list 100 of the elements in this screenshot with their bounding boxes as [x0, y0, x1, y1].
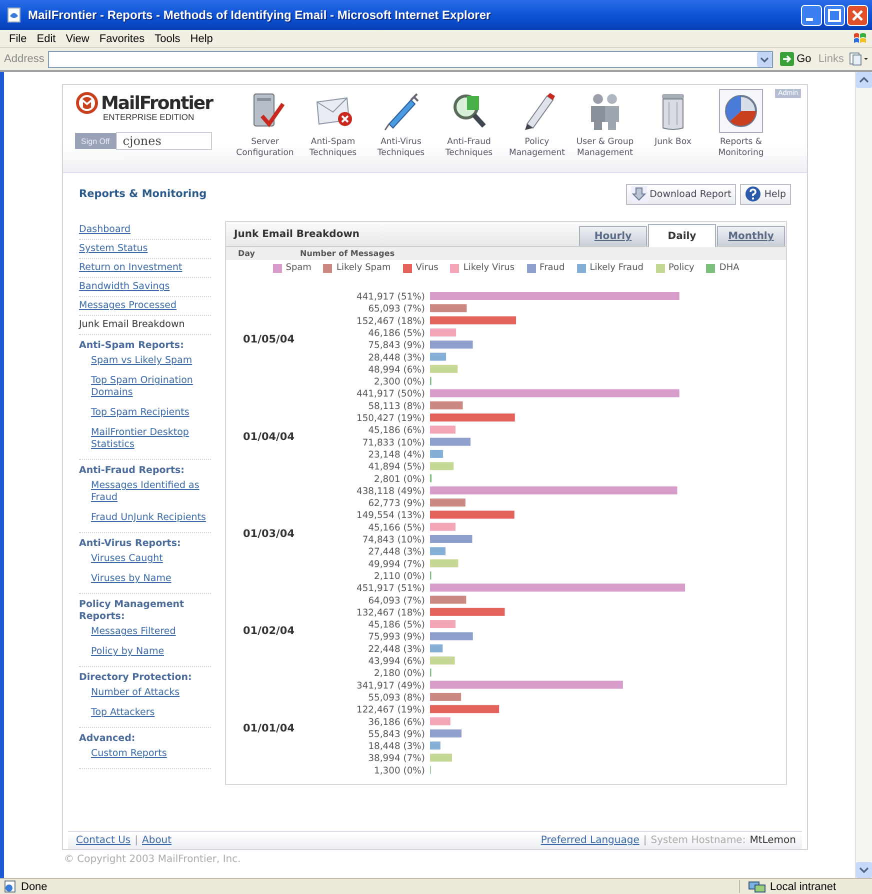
menu-item[interactable]: Help — [185, 32, 218, 44]
bar — [430, 754, 452, 762]
bar — [430, 656, 455, 664]
page-icon — [4, 880, 17, 893]
value-label: 23,148 (4%) — [368, 449, 425, 460]
go-button[interactable]: Go — [776, 52, 814, 66]
windows-flag-icon — [852, 31, 868, 46]
value-label: 75,843 (9%) — [368, 340, 425, 352]
sidebar-link[interactable]: Messages Processed — [79, 300, 211, 312]
logo-text: MailFrontier — [101, 92, 212, 114]
value-label: 2,300 (0%) — [374, 376, 425, 388]
nav-item[interactable]: Policy Management — [503, 89, 571, 172]
sidebar-link[interactable]: Viruses Caught — [91, 550, 211, 570]
nav-item[interactable]: User & Group Management — [571, 89, 639, 172]
sidebar-link[interactable]: Number of Attacks — [91, 684, 211, 704]
nav-item[interactable]: Anti-Virus Techniques — [367, 89, 435, 172]
value-label: 75,993 (9%) — [368, 632, 425, 643]
arrow-right-icon — [780, 52, 794, 66]
maximize-icon[interactable] — [824, 4, 845, 26]
nav-item[interactable]: Reports & Monitoring — [707, 89, 775, 172]
help-button[interactable]: Help — [740, 184, 791, 204]
download-report-button[interactable]: Download Report — [626, 184, 736, 204]
sidebar-link[interactable]: System Status — [79, 243, 211, 255]
value-label: 46,186 (5%) — [368, 328, 425, 339]
edition-label: ENTERPRISE EDITION — [103, 112, 196, 122]
nav-item[interactable]: Junk Box — [639, 89, 707, 172]
legend-label: Spam — [286, 263, 312, 273]
legend-label: Likely Virus — [463, 263, 515, 273]
status-text: Done — [21, 880, 48, 892]
sidebar-link[interactable]: Messages Filtered — [91, 623, 211, 643]
value-label: 150,427 (19%) — [356, 413, 425, 424]
sidebar-link[interactable]: Viruses by Name — [91, 570, 211, 590]
sidebar-link[interactable]: Top Spam Origination Domains — [91, 372, 211, 404]
sidebar-link[interactable]: Bandwidth Savings — [79, 281, 211, 293]
hostname-label: System Hostname: — [650, 835, 746, 846]
scroll-up-icon[interactable] — [856, 72, 872, 88]
footer-link[interactable]: Contact Us — [76, 835, 131, 846]
window-title: MailFrontier - Reports - Methods of Identifying Email - Microsoft Internet Explorer — [28, 8, 492, 22]
tab[interactable]: Monthly — [717, 226, 785, 246]
address-field[interactable] — [48, 50, 773, 68]
value-label: 48,994 (6%) — [368, 364, 425, 376]
report-title: Junk Email Breakdown — [234, 228, 361, 240]
menu-item[interactable]: File — [4, 32, 32, 44]
day-label: 01/01/04 — [243, 722, 295, 734]
sidebar-link[interactable]: Messages Identified as Fraud — [91, 477, 211, 509]
legend-label: Likely Spam — [336, 263, 391, 273]
separator: | — [134, 835, 138, 846]
scroll-down-icon[interactable] — [856, 862, 872, 878]
value-label: 152,467 (18%) — [356, 316, 425, 327]
value-label: 18,448 (3%) — [368, 741, 425, 752]
sidebar-heading: Anti-Spam Reports: — [79, 339, 185, 352]
value-label: 27,448 (3%) — [368, 546, 425, 558]
nav-item[interactable]: Anti-Spam Techniques — [299, 89, 367, 172]
sidebar-link[interactable]: Policy by Name — [91, 643, 211, 663]
value-label: 2,180 (0%) — [374, 668, 425, 680]
sidebar-link[interactable]: MailFrontier Desktop Statistics — [91, 424, 211, 456]
day-label: 01/04/04 — [243, 430, 295, 443]
value-label: 1,300 (0%) — [374, 765, 425, 776]
bar — [430, 692, 462, 701]
footer-link[interactable]: About — [142, 835, 172, 846]
sidebar-heading: Policy Management Reports: — [79, 598, 186, 623]
minimize-icon[interactable] — [801, 4, 822, 26]
download-icon — [630, 186, 647, 202]
scrollbar[interactable] — [855, 72, 872, 878]
bar — [430, 438, 471, 446]
close-icon[interactable] — [847, 4, 868, 26]
column-header: Number of Messages — [300, 249, 395, 258]
value-label: 74,843 (10%) — [362, 534, 425, 546]
sidebar-link[interactable]: Custom Reports — [91, 745, 211, 765]
footer-link[interactable]: Preferred Language — [540, 835, 640, 846]
sidebar-link[interactable]: Top Spam Recipients — [91, 404, 211, 424]
nav-item[interactable]: Anti-Fraud Techniques — [435, 89, 503, 172]
section-title: Reports & Monitoring — [79, 188, 208, 200]
bar — [430, 498, 466, 507]
tab[interactable]: Hourly — [579, 226, 647, 246]
logo-icon — [75, 91, 99, 115]
value-label: 22,448 (3%) — [368, 644, 425, 655]
sidebar-link[interactable]: Return on Investment — [79, 262, 211, 274]
bar — [430, 328, 456, 336]
value-label: 441,917 (50%) — [356, 388, 425, 400]
tab[interactable]: Daily — [648, 224, 716, 248]
sidebar-link[interactable]: Dashboard — [79, 224, 211, 236]
day-label: 01/02/04 — [243, 625, 295, 638]
legend-label: Virus — [416, 263, 438, 273]
menu-item[interactable]: Edit — [32, 32, 61, 44]
bar — [430, 304, 467, 312]
bar — [430, 340, 473, 349]
bar — [430, 596, 466, 604]
value-label: 451,917 (51%) — [356, 583, 425, 594]
menu-item[interactable]: View — [60, 32, 94, 44]
sidebar-link[interactable]: Spam vs Likely Spam — [91, 352, 211, 372]
nav-item[interactable]: Server Configuration — [231, 89, 299, 172]
menu-item[interactable]: Favorites — [94, 32, 150, 44]
page-icon[interactable] — [848, 52, 868, 66]
sidebar-item-current[interactable]: Junk Email Breakdown — [79, 319, 211, 331]
menu-item[interactable]: Tools — [150, 32, 186, 44]
bar — [430, 742, 440, 750]
sidebar-heading: Advanced: — [79, 732, 136, 745]
sidebar-link[interactable]: Fraud UnJunk Recipients — [91, 509, 211, 529]
sidebar-link[interactable]: Top Attackers — [91, 704, 211, 724]
